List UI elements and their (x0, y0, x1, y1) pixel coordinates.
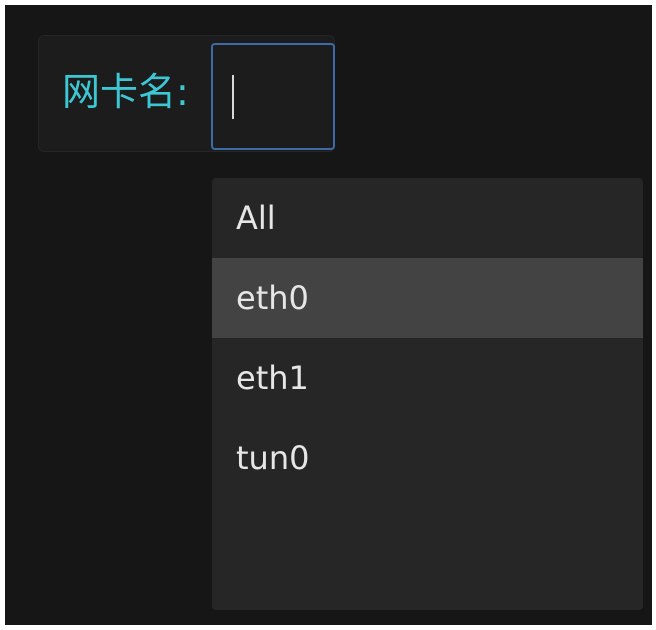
dropdown-option-eth0[interactable]: eth0 (212, 258, 643, 338)
interface-name-label: 网卡名: (62, 70, 189, 114)
dropdown-option-all[interactable]: All (212, 178, 643, 258)
dropdown-option-tun0[interactable]: tun0 (212, 418, 643, 498)
text-caret (232, 75, 234, 119)
interface-name-field: 网卡名: (38, 35, 335, 152)
dropdown-option-eth1[interactable]: eth1 (212, 338, 643, 418)
interface-dropdown-list[interactable]: All eth0 eth1 tun0 (212, 178, 643, 610)
app-canvas: 网卡名: All eth0 eth1 tun0 (5, 5, 652, 625)
interface-name-input[interactable] (211, 43, 335, 150)
